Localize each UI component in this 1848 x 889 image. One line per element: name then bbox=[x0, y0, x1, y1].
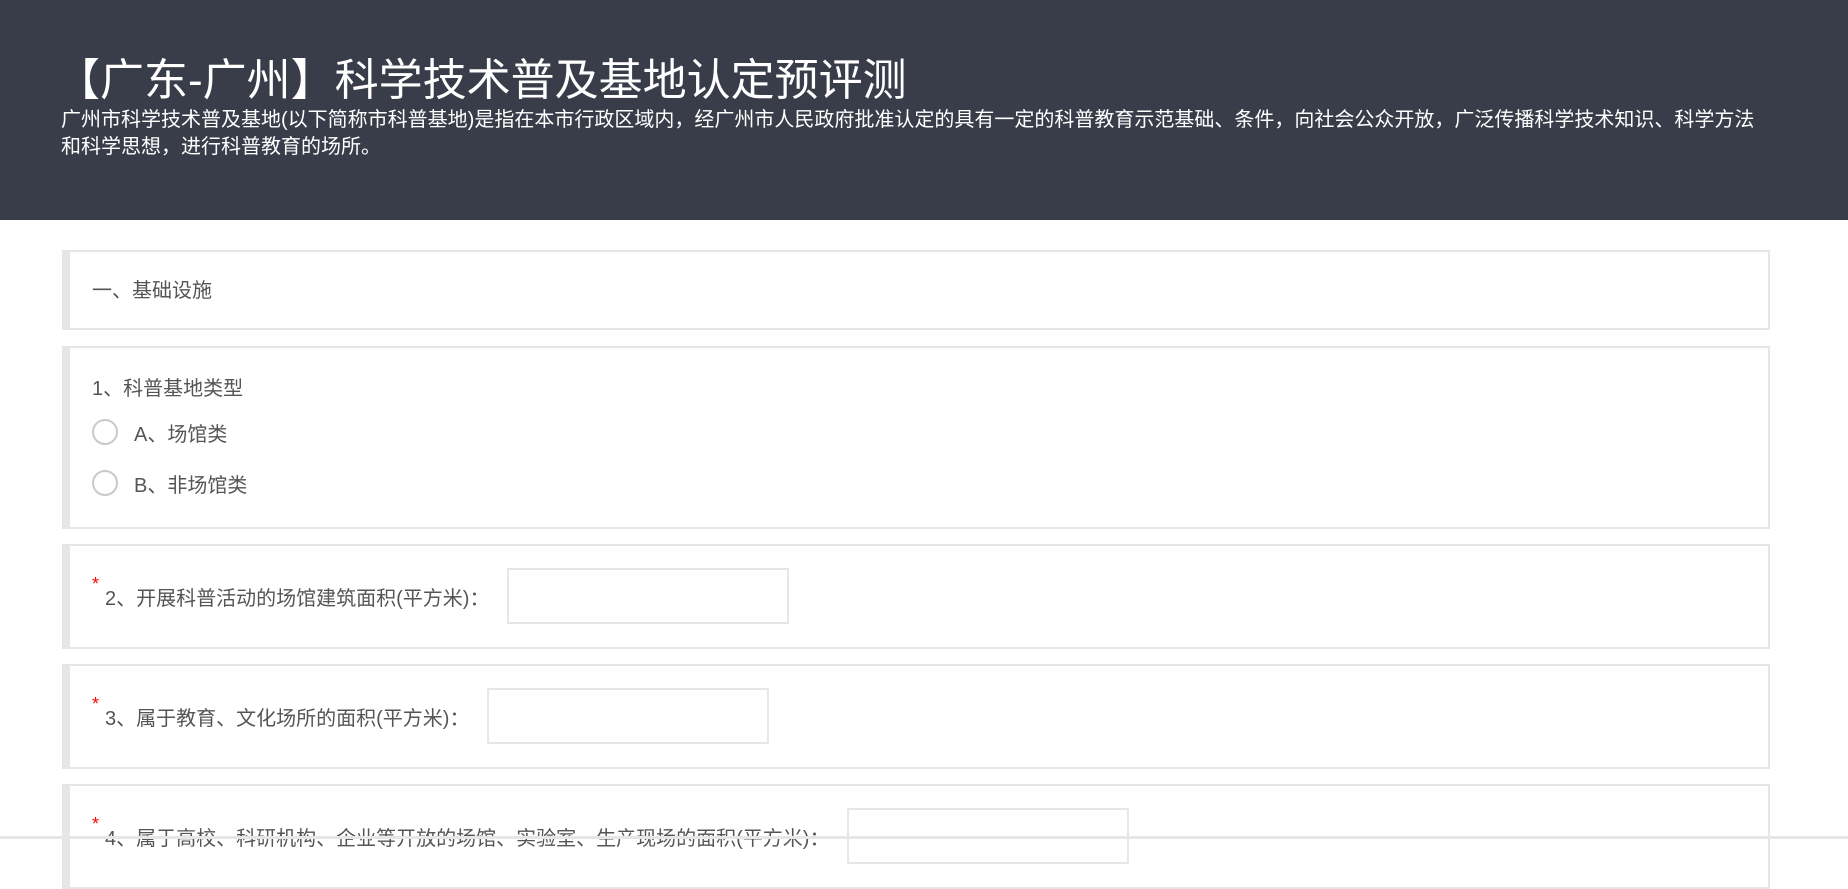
question-title: 1、科普基地类型 bbox=[92, 378, 244, 400]
section-card-infrastructure: 一、基础设施 bbox=[62, 250, 1770, 330]
radio-option-label: B、非场馆类 bbox=[134, 474, 248, 497]
page-description: 广州市科学技术普及基地(以下简称市科普基地)是指在本市行政区域内，经广州市人民政… bbox=[61, 109, 1755, 158]
radio-circle-icon[interactable] bbox=[92, 419, 118, 445]
radio-option-a[interactable]: A、场馆类 bbox=[92, 416, 227, 448]
required-mark: * bbox=[92, 813, 100, 834]
required-mark: * bbox=[92, 693, 100, 714]
page-title: 【广东-广州】科学技术普及基地认定预评测 bbox=[56, 56, 907, 105]
section-title: 一、基础设施 bbox=[92, 280, 212, 302]
radio-option-label: A、场馆类 bbox=[134, 423, 228, 446]
question-label: 3、属于教育、文化场所的面积(平方米)： bbox=[105, 707, 470, 730]
question-row: * 2、开展科普活动的场馆建筑面积(平方米)： bbox=[92, 568, 790, 624]
page-header: 【广东-广州】科学技术普及基地认定预评测 广州市科学技术普及基地(以下简称市科普… bbox=[0, 0, 1848, 220]
question-label: 2、开展科普活动的场馆建筑面积(平方米)： bbox=[105, 587, 490, 610]
radio-circle-icon[interactable] bbox=[92, 470, 118, 496]
question-card-3: * 3、属于教育、文化场所的面积(平方米)： bbox=[62, 664, 1770, 769]
building-area-input[interactable] bbox=[507, 568, 790, 624]
question-card-1: 1、科普基地类型 A、场馆类 B、非场馆类 bbox=[62, 346, 1770, 529]
education-culture-area-input[interactable] bbox=[487, 688, 770, 744]
question-row: * 3、属于教育、文化场所的面积(平方米)： bbox=[92, 688, 770, 744]
question-card-2: * 2、开展科普活动的场馆建筑面积(平方米)： bbox=[62, 544, 1770, 649]
required-mark: * bbox=[92, 573, 100, 594]
radio-option-b[interactable]: B、非场馆类 bbox=[92, 467, 247, 499]
